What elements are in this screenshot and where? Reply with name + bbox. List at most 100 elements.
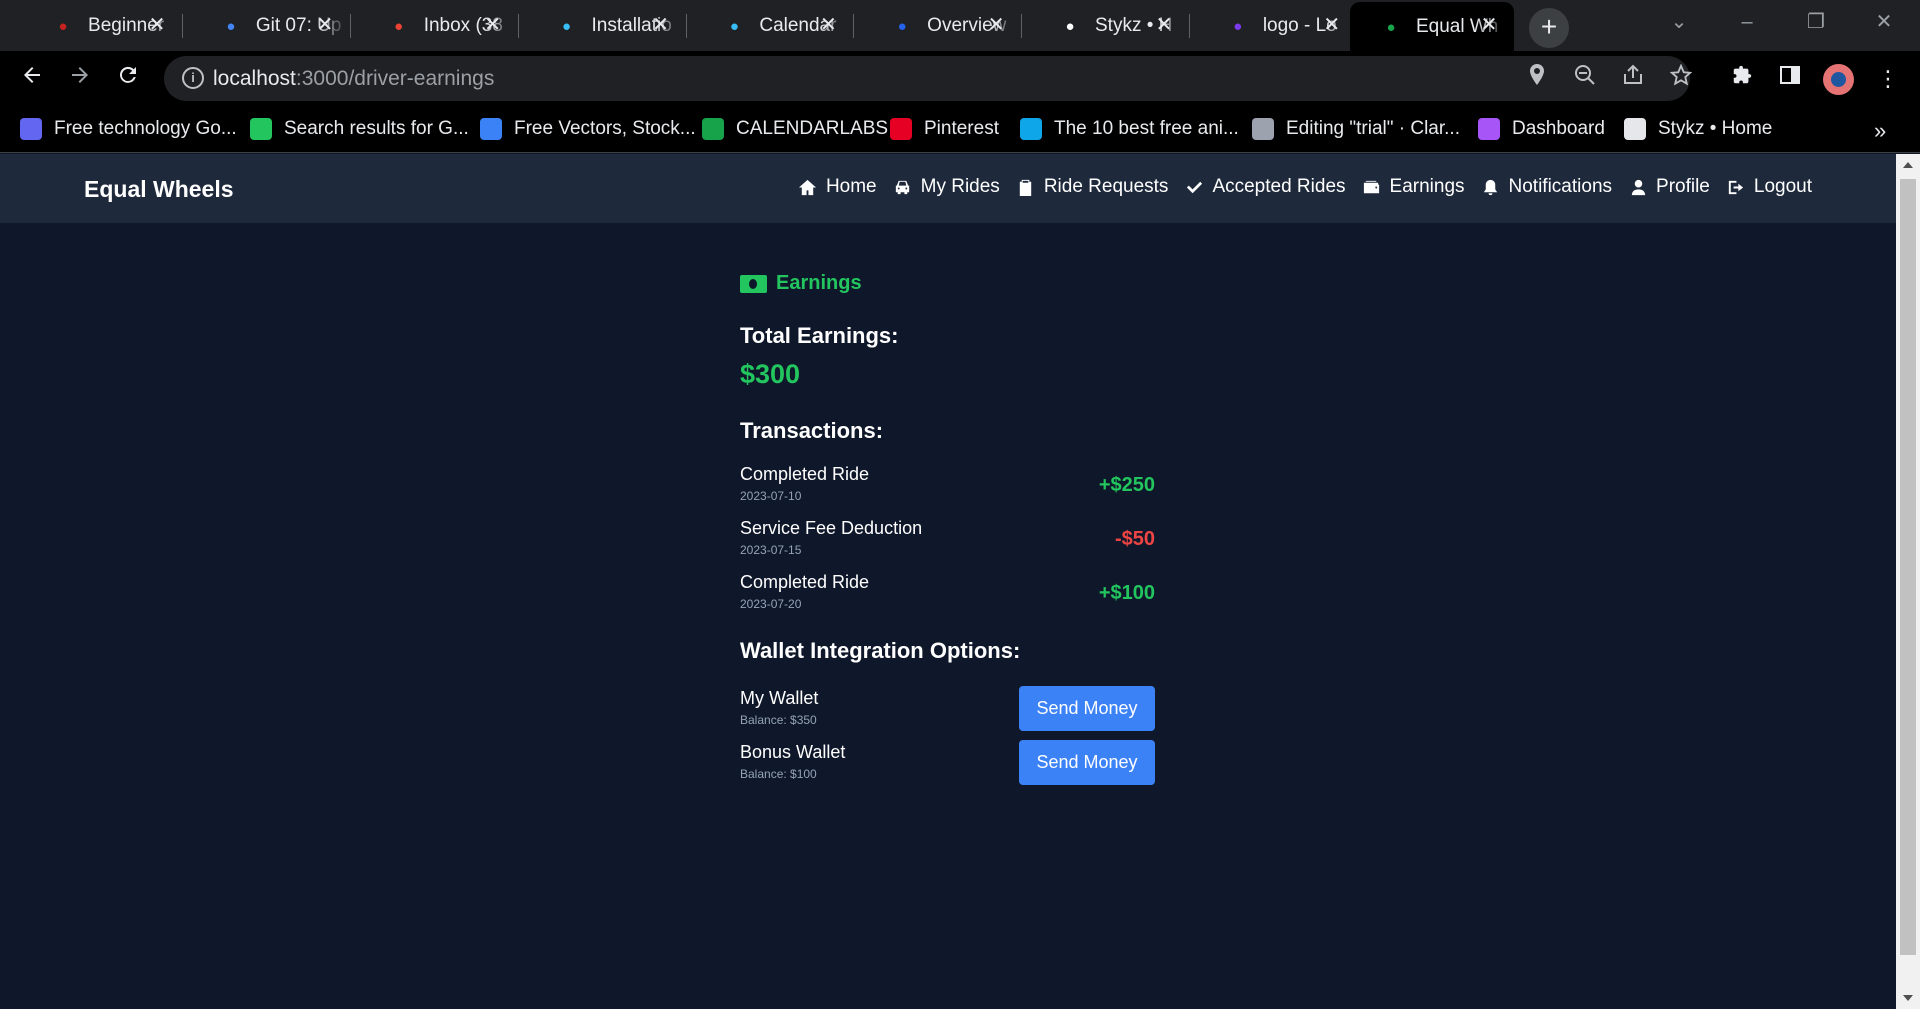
shield-icon: ● (897, 17, 907, 35)
tab-separator (1189, 14, 1190, 38)
tab-close-icon[interactable]: ✕ (650, 14, 672, 36)
transaction-label: Completed Ride (740, 572, 870, 592)
nav-logout[interactable]: Logout (1726, 176, 1812, 198)
transaction-label: Service Fee Deduction (740, 518, 923, 538)
bookmark-item[interactable]: Free technology Go... (20, 116, 237, 142)
bookmark-item[interactable]: Stykz • Home (1624, 116, 1772, 142)
browser-tab[interactable]: ● Calendar ✕ (693, 2, 853, 50)
send-money-button[interactable]: Send Money (1019, 740, 1155, 785)
reload-icon[interactable] (112, 63, 144, 95)
bookmark-label: Pinterest (924, 118, 999, 139)
tab-close-icon[interactable]: ✕ (985, 14, 1007, 36)
zoom-out-icon[interactable] (1570, 64, 1600, 94)
nav-earnings[interactable]: Earnings (1362, 176, 1465, 198)
minimize-icon[interactable]: – (1727, 6, 1767, 38)
back-icon[interactable] (16, 63, 48, 95)
location-icon[interactable] (1522, 64, 1552, 94)
bookmark-favicon-icon (1624, 118, 1646, 140)
browser-tab[interactable]: ● Beginner ✕ (22, 2, 182, 50)
tab-close-icon[interactable]: ✕ (482, 14, 504, 36)
tab-close-icon[interactable]: ✕ (1321, 14, 1343, 36)
wallet-balance: Balance: $350 (740, 713, 817, 727)
url-text[interactable]: localhost:3000/driver-earnings (213, 67, 494, 91)
browser-tab[interactable]: ● Inbox (38 ✕ (358, 2, 518, 50)
bookmark-favicon-icon (1478, 118, 1500, 140)
profile-avatar[interactable] (1823, 64, 1854, 95)
nav-home[interactable]: Home (798, 176, 877, 198)
page-scrollbar[interactable] (1896, 154, 1920, 1009)
browser-tab[interactable]: ● Installatio ✕ (526, 2, 686, 50)
tab-close-icon[interactable]: ✕ (314, 14, 336, 36)
app-icon: ● (1386, 18, 1396, 36)
nav-links: Home My Rides Ride Requests Accepted Rides E… (782, 176, 1812, 198)
nav-my-rides[interactable]: My Rides (893, 176, 1000, 198)
browser-tab-strip: ● Beginner ✕ ● Git 07: Up ✕ ● Inbox (38 ✕ ● Instal… (0, 0, 1920, 52)
more-bookmarks-icon[interactable]: » (1874, 118, 1886, 144)
bookmarks-bar: Free technology Go... Search results for … (0, 106, 1920, 153)
scroll-up-icon[interactable] (1903, 162, 1913, 168)
wallet-row: Bonus Wallet Balance: $100 Send Money (740, 740, 1155, 796)
address-bar[interactable]: i localhost:3000/driver-earnings (164, 56, 1693, 101)
browser-tab[interactable]: ● Stykz • H ✕ (1029, 2, 1189, 50)
share-icon[interactable] (1618, 64, 1648, 94)
earnings-heading-text: Earnings (776, 272, 862, 294)
browser-tab[interactable]: ● Git 07: Up ✕ (190, 2, 350, 50)
tab-close-icon[interactable]: ✕ (1478, 14, 1500, 36)
wallet-list: My Wallet Balance: $350 Send Money Bonus Wa… (740, 686, 1155, 796)
bookmark-item[interactable]: Free Vectors, Stock... (480, 116, 696, 142)
new-tab-button[interactable]: + (1529, 8, 1569, 48)
transaction-label: Completed Ride (740, 464, 870, 484)
bookmark-label: Free technology Go... (54, 118, 237, 139)
close-window-icon[interactable]: ✕ (1864, 6, 1904, 38)
bookmark-label: Free Vectors, Stock... (514, 118, 696, 139)
wallet-balance: Balance: $100 (740, 767, 817, 781)
page-viewport: Equal Wheels Home My Rides Ride Requests Ac… (0, 154, 1896, 1009)
transaction-amount: -$50 (1114, 528, 1155, 550)
nav-accepted-rides[interactable]: Accepted Rides (1184, 176, 1346, 198)
tab-close-icon[interactable]: ✕ (1153, 14, 1175, 36)
check-icon (1184, 177, 1204, 197)
tab-separator (517, 14, 519, 38)
bookmark-star-icon[interactable] (1666, 63, 1696, 94)
site-info-icon[interactable]: i (182, 67, 204, 89)
bookmark-item[interactable]: Search results for G... (250, 116, 469, 142)
bookmark-label: Dashboard (1512, 118, 1605, 139)
browser-tab[interactable]: ● logo - Lo ✕ (1197, 2, 1357, 50)
nav-profile[interactable]: Profile (1628, 176, 1710, 198)
brand-logo[interactable]: Equal Wheels (84, 176, 234, 203)
tab-close-icon[interactable]: ✕ (817, 14, 839, 36)
tab-close-icon[interactable]: ✕ (146, 14, 168, 36)
bookmark-item[interactable]: CALENDARLABS (702, 116, 888, 142)
browser-tab[interactable]: ● Overview ✕ (861, 2, 1021, 50)
tab-separator (853, 14, 855, 38)
app-navbar: Equal Wheels Home My Rides Ride Requests Ac… (0, 154, 1896, 223)
earnings-panel: Earnings Total Earnings: $300 Transactio… (740, 272, 1155, 796)
restore-icon[interactable]: ❐ (1796, 6, 1836, 38)
tab-search-icon[interactable]: ⌄ (1659, 6, 1699, 38)
bookmark-item[interactable]: The 10 best free ani... (1020, 116, 1239, 142)
transaction-date: 2023-07-15 (740, 543, 802, 557)
transaction-amount: +$100 (1098, 582, 1155, 604)
nav-label: Earnings (1389, 176, 1465, 197)
browser-menu-icon[interactable]: ⋮ (1872, 63, 1904, 95)
user-icon (1628, 177, 1648, 197)
bookmark-item[interactable]: Dashboard (1478, 116, 1605, 142)
forward-icon[interactable] (64, 63, 96, 95)
browser-tab[interactable]: ● Equal Wh ✕ (1350, 2, 1514, 52)
scroll-down-icon[interactable] (1903, 995, 1913, 1001)
nav-label: Profile (1656, 176, 1710, 197)
extensions-icon[interactable] (1726, 63, 1758, 95)
send-money-button[interactable]: Send Money (1019, 686, 1155, 731)
bookmark-favicon-icon (890, 118, 912, 140)
bookmark-item[interactable]: Pinterest (890, 116, 999, 142)
bookmark-favicon-icon (1020, 118, 1042, 140)
transaction-date: 2023-07-20 (740, 597, 802, 611)
bookmark-item[interactable]: Editing "trial" · Clar... (1252, 116, 1460, 142)
side-panel-icon[interactable] (1774, 63, 1806, 95)
tab-separator (182, 14, 184, 38)
nav-ride-requests[interactable]: Ride Requests (1016, 176, 1168, 198)
nav-notifications[interactable]: Notifications (1481, 176, 1613, 198)
nav-label: Notifications (1508, 176, 1613, 197)
scroll-thumb[interactable] (1900, 179, 1916, 955)
wallet-options-title: Wallet Integration Options: (740, 638, 1021, 663)
